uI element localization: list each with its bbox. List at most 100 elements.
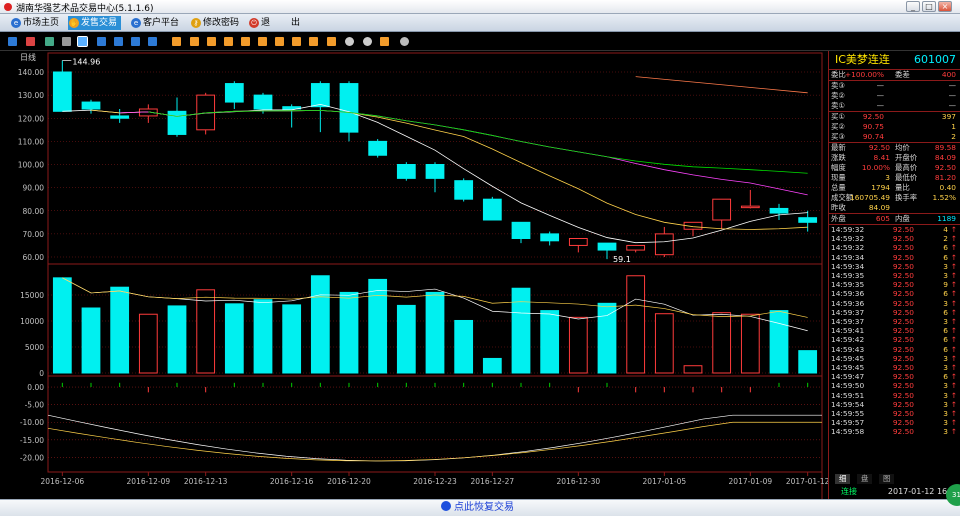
menu-client-platform[interactable]: e 客户平台 — [130, 16, 179, 30]
candle — [368, 140, 388, 156]
tool-1-icon[interactable] — [172, 37, 181, 46]
quote-row: 14:59:54 92.50 3 ↑ — [829, 400, 960, 409]
macd-dea — [47, 421, 822, 462]
candle-icon[interactable] — [45, 37, 54, 46]
volume-bar — [282, 304, 302, 374]
price-tick: 100.00 — [18, 161, 44, 170]
menu-change-password[interactable]: ⚷ 修改密码 — [190, 16, 239, 30]
restore-trade-link[interactable]: 点此恢复交易 — [441, 501, 514, 515]
sell-vol: — — [948, 101, 956, 110]
tool-10-icon[interactable] — [327, 37, 336, 46]
stat-label: 最低价 — [895, 173, 918, 182]
line-chart-icon[interactable] — [26, 37, 35, 46]
kline-chart-panel[interactable]: 日线 140.00 130.00 120.00 110.00 100.00 90.00 80.… — [0, 51, 828, 499]
price-tick: 120.00 — [18, 114, 44, 123]
quote-row: 幅度 10.00% 最高价 92.50 — [829, 163, 960, 173]
globe-icon: e — [131, 18, 141, 28]
restore-label: 点此恢复交易 — [454, 502, 514, 513]
buy-vol: 2 — [951, 132, 956, 141]
tool-7-icon[interactable] — [275, 37, 284, 46]
buy-label: 买① — [831, 112, 846, 121]
tool-6-icon[interactable] — [258, 37, 267, 46]
key-icon: ⚷ — [191, 18, 201, 28]
weicha-label: 委差 — [895, 70, 910, 79]
macd-tick: 0.00 — [27, 383, 44, 392]
bar-chart-icon[interactable] — [8, 37, 17, 46]
gear-icon[interactable] — [400, 37, 409, 46]
quote-tab-0[interactable]: 细 — [835, 474, 851, 484]
zoom-out-icon[interactable] — [363, 37, 372, 46]
quote-row: 买③ 90.74 2 — [829, 132, 960, 142]
stat-label: 量比 — [895, 183, 910, 192]
candle — [798, 217, 818, 223]
grid-icon[interactable] — [62, 37, 71, 46]
buy-vol: 397 — [941, 112, 956, 121]
price-tick: 90.00 — [23, 184, 45, 193]
volume-bar — [712, 312, 732, 374]
candle — [310, 83, 330, 108]
quote-tab-2[interactable]: 图 — [879, 474, 895, 484]
candle — [81, 101, 101, 110]
price-tick: 130.00 — [18, 91, 44, 100]
zoom-in-icon[interactable] — [345, 37, 354, 46]
menu-market-home[interactable]: e 市场主页 — [10, 16, 59, 30]
menu-exit-2[interactable]: 出 — [278, 16, 300, 30]
volume-bar — [253, 299, 273, 374]
candle — [425, 164, 445, 179]
sell-label: 卖① — [831, 101, 846, 110]
tool-5-icon[interactable] — [241, 37, 250, 46]
stat-label: 现量 — [831, 173, 846, 182]
weibi-label: 委比 — [831, 70, 846, 79]
inner-value: 1189 — [937, 214, 956, 223]
tool-9-icon[interactable] — [309, 37, 318, 46]
menu-issue-trade[interactable]: ✋ 发售交易 — [68, 16, 122, 30]
stat-label: 开盘价 — [895, 153, 918, 162]
menu-bar: e 市场主页 ✋ 发售交易 e 客户平台 ⚷ 修改密码 ⏻ 退 出 — [0, 14, 960, 32]
quote-row: 最新 92.50 均价 89.58 — [829, 143, 960, 153]
date-label: 2017-01-12 — [786, 477, 828, 486]
stat-value: 8.41 — [873, 153, 890, 162]
buy-price: 90.74 — [862, 132, 884, 141]
menu-exit[interactable]: ⏻ 退 — [248, 16, 270, 30]
quote-row: 14:59:42 92.50 6 ↑ — [829, 335, 960, 344]
quote-panel: IC美梦连连 601007 委比 +100.00% 委差 400 卖③ — — 卖② — — 卖① — — 买… — [828, 51, 960, 499]
candle — [224, 83, 244, 103]
menu-label: 出 — [291, 18, 301, 28]
volume-bar — [167, 305, 187, 374]
period-x-icon[interactable] — [148, 37, 157, 46]
buy-vol: 1 — [951, 122, 956, 131]
tool-11-icon[interactable] — [380, 37, 389, 46]
weibi-value: +100.00% — [844, 70, 884, 79]
quote-row: 卖① — — — [829, 101, 960, 111]
maximize-button[interactable]: □ — [922, 1, 936, 12]
minimize-button[interactable]: _ — [906, 1, 920, 12]
volume-bar — [110, 286, 130, 374]
tool-3-icon[interactable] — [207, 37, 216, 46]
stat-label: 幅度 — [831, 163, 846, 172]
volume-tick: 0 — [39, 369, 44, 378]
tool-2-icon[interactable] — [190, 37, 199, 46]
tool-4-icon[interactable] — [224, 37, 233, 46]
quote-row: 14:59:45 92.50 3 ↑ — [829, 354, 960, 363]
kline-chart[interactable]: 日线 140.00 130.00 120.00 110.00 100.00 90.00 80.… — [0, 51, 828, 499]
quote-row: 14:59:35 92.50 3 ↑ — [829, 271, 960, 280]
tool-8-icon[interactable] — [292, 37, 301, 46]
volume-tick: 5000 — [25, 343, 44, 352]
stat-value: 89.58 — [934, 143, 956, 152]
period-day-icon[interactable] — [77, 36, 88, 47]
period-month-icon[interactable] — [114, 37, 123, 46]
stat-value: 92.50 — [868, 143, 890, 152]
quote-row: 买① 92.50 397 — [829, 112, 960, 122]
period-minute-icon[interactable] — [131, 37, 140, 46]
high-marker: 144.96 — [72, 58, 100, 67]
date-label: 2016-12-20 — [327, 477, 371, 486]
period-week-icon[interactable] — [97, 37, 106, 46]
handshake-icon: ✋ — [69, 18, 79, 28]
close-button[interactable]: × — [938, 1, 952, 12]
candle — [454, 180, 474, 200]
quote-tab-1[interactable]: 盘 — [857, 474, 873, 484]
sell-label: 卖③ — [831, 81, 846, 90]
volume-bar — [511, 287, 531, 374]
date-label: 2016-12-23 — [413, 477, 457, 486]
quote-row: 买② 90.75 1 — [829, 122, 960, 132]
